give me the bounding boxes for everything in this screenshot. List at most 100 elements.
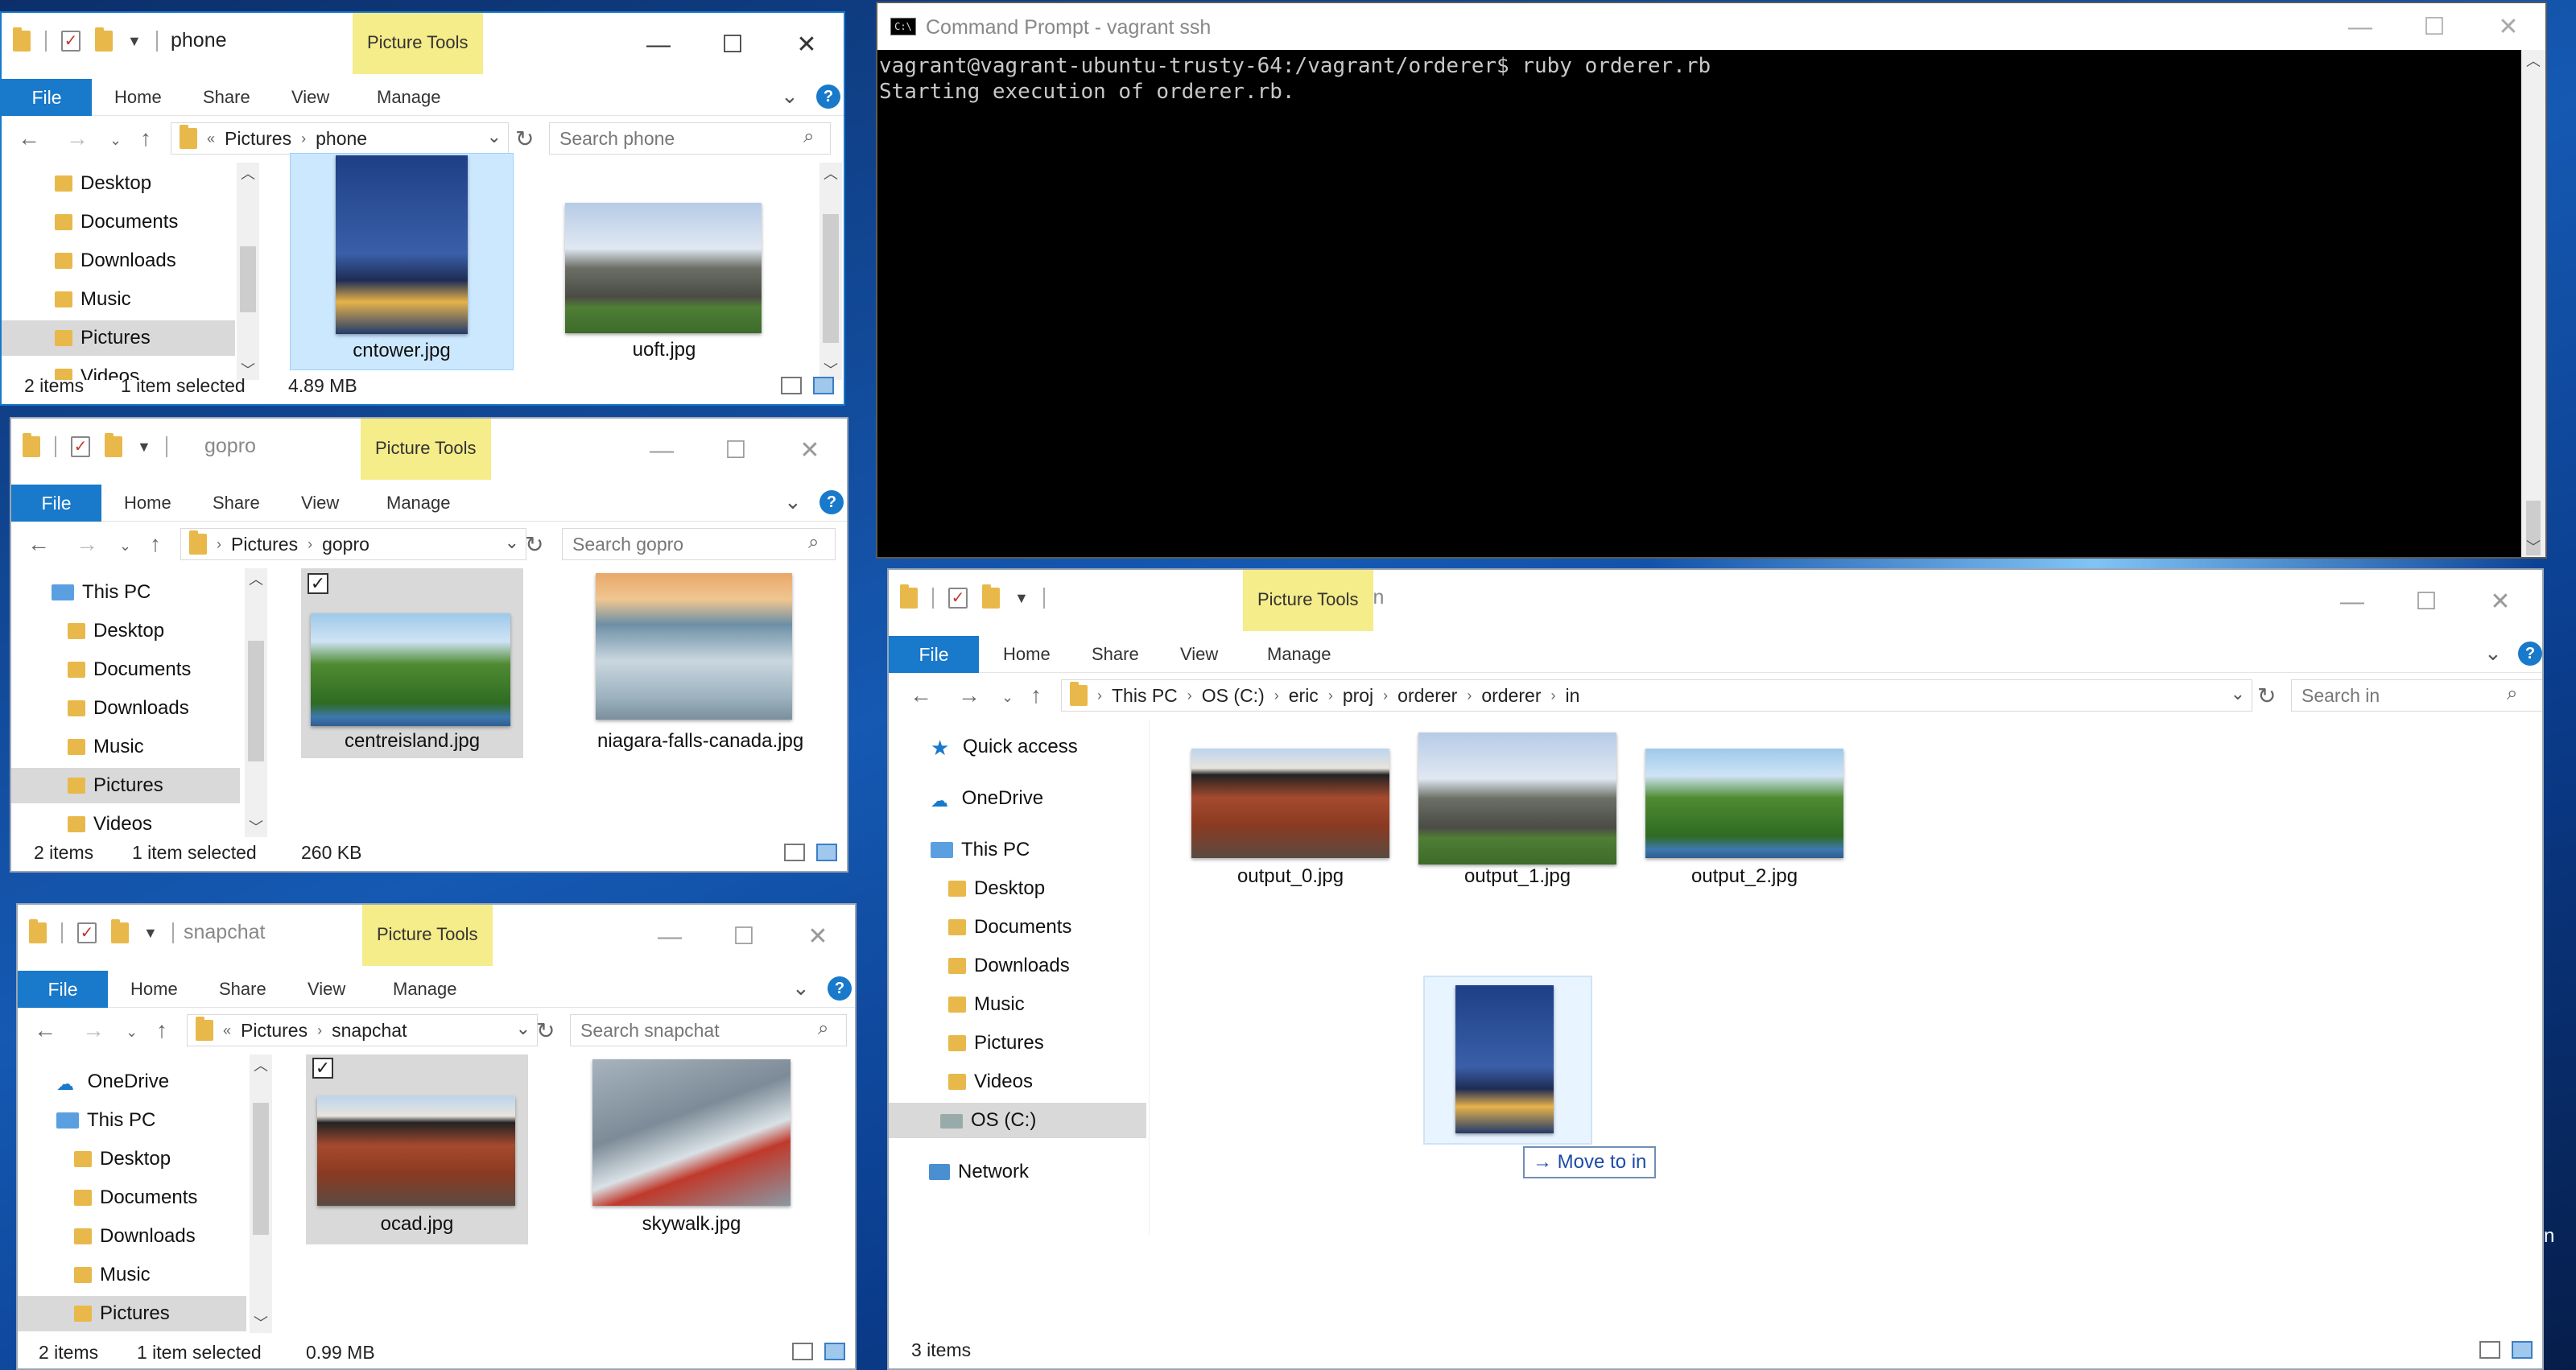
up-arrow-icon[interactable]: ↑ xyxy=(1030,683,1042,708)
tab-share[interactable]: Share xyxy=(213,493,260,514)
tree-item-pictures[interactable]: Pictures xyxy=(11,768,240,803)
breadcrumb-proj[interactable]: proj xyxy=(1343,685,1373,707)
breadcrumb-snapchat[interactable]: snapchat xyxy=(332,1020,407,1042)
address-bar[interactable]: › This PC › OS (C:) › eric › proj › orderer ›… xyxy=(1061,679,2252,712)
tree-item-music[interactable]: Music xyxy=(948,987,1025,1022)
tree-item-onedrive[interactable]: ☁ OneDrive xyxy=(931,781,1043,816)
recent-locations-icon[interactable]: ⌄ xyxy=(1001,689,1013,706)
address-dropdown-icon[interactable]: ⌄ xyxy=(505,532,519,553)
tab-view[interactable]: View xyxy=(301,493,339,514)
tree-item-onedrive[interactable]: ☁ OneDrive xyxy=(56,1064,169,1100)
breadcrumb-pictures[interactable]: Pictures xyxy=(231,534,298,555)
address-dropdown-icon[interactable]: ⌄ xyxy=(487,126,502,147)
details-view-icon[interactable] xyxy=(792,1343,813,1360)
forward-arrow-icon[interactable]: → xyxy=(76,531,98,557)
title-bar[interactable]: ✓ ▼ phone Picture Tools — ☐ ✕ xyxy=(2,13,844,79)
file-tile-output-2[interactable]: output_2.jpg xyxy=(1636,739,1853,932)
expand-ribbon-icon[interactable]: ⌄ xyxy=(2484,641,2502,666)
minimize-button[interactable]: — xyxy=(625,428,699,473)
tree-item-this-pc[interactable]: This PC xyxy=(52,575,151,610)
tab-file[interactable]: File xyxy=(18,971,108,1008)
customize-toolbar-icon[interactable]: ▼ xyxy=(1014,590,1029,607)
minimize-button[interactable]: — xyxy=(2315,580,2389,625)
breadcrumb-eric[interactable]: eric xyxy=(1289,685,1319,707)
tree-item-downloads[interactable]: Downloads xyxy=(68,691,189,726)
tree-item-music[interactable]: Music xyxy=(55,282,131,317)
address-dropdown-icon[interactable]: ⌄ xyxy=(516,1018,530,1039)
command-prompt-window[interactable]: C:\ Command Prompt - vagrant ssh — ☐ ✕ v… xyxy=(876,2,2547,559)
file-tile-ocad[interactable]: ✓ ocad.jpg xyxy=(306,1054,528,1244)
tab-file[interactable]: File xyxy=(889,636,979,673)
tab-manage[interactable]: Manage xyxy=(386,493,451,514)
scroll-down-icon[interactable]: ﹀ xyxy=(2521,536,2545,557)
close-button[interactable]: ✕ xyxy=(773,428,847,473)
maximize-button[interactable]: ☐ xyxy=(2389,580,2463,625)
navigation-scrollbar[interactable]: ︿ ﹀ xyxy=(245,568,267,837)
file-tile-centreisland[interactable]: ✓ centreisland.jpg xyxy=(301,568,523,758)
file-tile-uoft[interactable]: uoft.jpg xyxy=(549,153,773,370)
tree-item-pictures[interactable]: Pictures xyxy=(2,320,235,356)
up-arrow-icon[interactable]: ↑ xyxy=(140,126,151,151)
properties-icon[interactable]: ✓ xyxy=(71,436,90,457)
details-view-icon[interactable] xyxy=(784,844,805,861)
close-button[interactable]: ✕ xyxy=(2463,580,2537,625)
recent-locations-icon[interactable]: ⌄ xyxy=(109,132,122,149)
scrollbar-thumb[interactable] xyxy=(248,641,264,761)
tree-item-this-pc[interactable]: This PC xyxy=(56,1103,155,1138)
explorer-window-snapchat[interactable]: ✓ ▼ snapchat Picture Tools — ☐ ✕ File Ho… xyxy=(16,903,857,1370)
search-input[interactable]: Search gopro xyxy=(562,528,836,560)
new-folder-icon[interactable] xyxy=(95,27,113,52)
forward-arrow-icon[interactable]: → xyxy=(82,1017,105,1043)
tree-item-desktop[interactable]: Desktop xyxy=(68,613,164,649)
tab-home[interactable]: Home xyxy=(130,979,178,1000)
maximize-button[interactable]: ☐ xyxy=(707,914,781,959)
title-bar[interactable]: C:\ Command Prompt - vagrant ssh — ☐ ✕ xyxy=(877,3,2545,50)
tab-manage[interactable]: Manage xyxy=(393,979,457,1000)
terminal-scrollbar[interactable]: ︿ ﹀ xyxy=(2521,50,2545,557)
tab-manage[interactable]: Manage xyxy=(377,87,441,108)
tree-item-pictures[interactable]: Pictures xyxy=(18,1296,246,1331)
tree-item-network[interactable]: Network xyxy=(929,1154,1029,1190)
tree-item-downloads[interactable]: Downloads xyxy=(55,243,176,279)
address-bar[interactable]: › Pictures › gopro ⌄ xyxy=(180,528,526,560)
refresh-icon[interactable]: ↻ xyxy=(536,1017,555,1044)
navigation-scrollbar[interactable]: ︿ ﹀ xyxy=(250,1054,272,1333)
help-icon[interactable]: ? xyxy=(819,490,844,514)
tab-view[interactable]: View xyxy=(291,87,329,108)
breadcrumb-orderer-2[interactable]: orderer xyxy=(1481,685,1541,707)
expand-ribbon-icon[interactable]: ⌄ xyxy=(784,489,802,514)
tab-manage[interactable]: Manage xyxy=(1267,644,1331,665)
search-input[interactable]: Search phone xyxy=(549,122,831,155)
details-view-icon[interactable] xyxy=(781,377,802,394)
back-arrow-icon[interactable]: ← xyxy=(34,1017,56,1043)
properties-icon[interactable]: ✓ xyxy=(948,588,968,609)
tree-item-downloads[interactable]: Downloads xyxy=(74,1219,196,1254)
expand-ribbon-icon[interactable]: ⌄ xyxy=(792,976,810,1001)
help-icon[interactable]: ? xyxy=(828,976,852,1001)
properties-icon[interactable]: ✓ xyxy=(61,31,80,52)
back-arrow-icon[interactable]: ← xyxy=(27,531,50,557)
tree-item-videos[interactable]: Videos xyxy=(948,1064,1033,1100)
scroll-up-icon[interactable]: ︿ xyxy=(2521,50,2545,71)
file-tile-skywalk[interactable]: skywalk.jpg xyxy=(581,1054,823,1244)
large-icons-view-icon[interactable] xyxy=(813,377,834,394)
close-button[interactable]: ✕ xyxy=(2471,5,2545,50)
title-bar[interactable]: ✓ ▼ snapchat Picture Tools — ☐ ✕ xyxy=(18,905,855,971)
scroll-down-icon[interactable]: ﹀ xyxy=(250,1312,272,1333)
tab-share[interactable]: Share xyxy=(203,87,250,108)
address-bar[interactable]: « Pictures › snapchat ⌄ xyxy=(187,1014,538,1046)
recent-locations-icon[interactable]: ⌄ xyxy=(119,538,131,555)
forward-arrow-icon[interactable]: → xyxy=(958,683,980,708)
title-bar[interactable]: ✓ ▼ gopro Picture Tools — ☐ ✕ xyxy=(11,419,847,485)
new-folder-icon[interactable] xyxy=(105,433,122,457)
large-icons-view-icon[interactable] xyxy=(824,1343,845,1360)
content-scrollbar[interactable]: ︿ ﹀ xyxy=(819,163,842,380)
explorer-window-phone[interactable]: ✓ ▼ phone Picture Tools — ☐ ✕ File Home … xyxy=(0,11,845,406)
large-icons-view-icon[interactable] xyxy=(2512,1341,2533,1359)
terminal-output[interactable]: vagrant@vagrant-ubuntu-trusty-64:/vagran… xyxy=(879,52,2521,557)
refresh-icon[interactable]: ↻ xyxy=(515,126,534,152)
navigation-scrollbar[interactable]: ︿ ﹀ xyxy=(237,163,259,380)
expand-ribbon-icon[interactable]: ⌄ xyxy=(781,84,799,109)
close-button[interactable]: ✕ xyxy=(781,914,855,959)
customize-toolbar-icon[interactable]: ▼ xyxy=(127,33,142,50)
